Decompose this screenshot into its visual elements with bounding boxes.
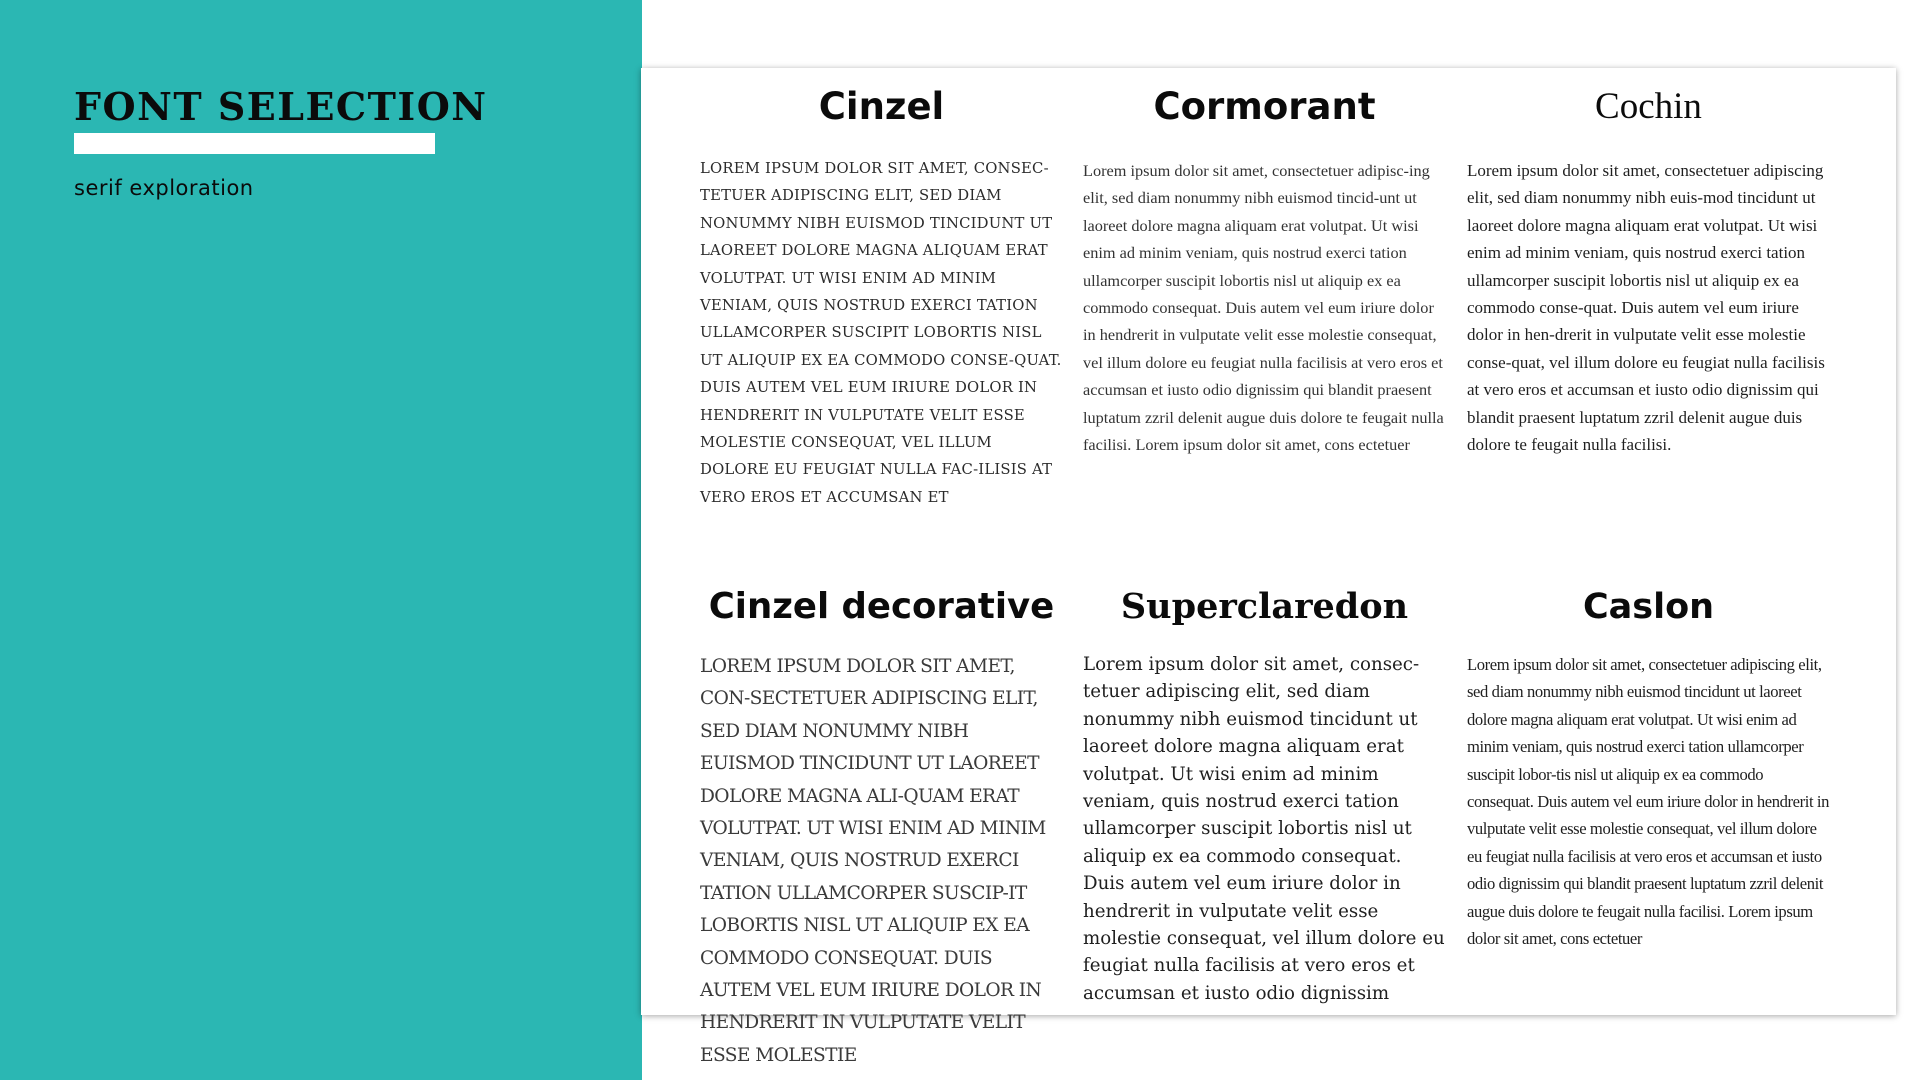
font-sample-text: Lorem ipsum dolor sit amet, consec-tetue… (700, 160, 1062, 506)
font-sample-name: Cinzel (818, 85, 945, 128)
font-sample-cinzel-decorative: Cinzel decorative Lorem ipsum dolor sit … (700, 582, 1063, 1072)
title-underline-bar (74, 133, 435, 154)
font-sample-text: Lorem ipsum dolor sit amet, consectetuer… (1083, 161, 1444, 455)
font-sample-text: Lorem ipsum dolor sit amet, consec-tetue… (1083, 654, 1445, 1004)
font-sample-text: Lorem ipsum dolor sit amet, consectetuer… (1467, 655, 1830, 949)
page-title: FONT SELECTION (74, 84, 488, 129)
font-sample-cormorant: Cormorant Lorem ipsum dolor sit amet, co… (1083, 82, 1446, 458)
page-subtitle: serif exploration (74, 176, 254, 200)
sidebar-panel: FONT SELECTION serif exploration (0, 0, 642, 1080)
font-sample-caslon: Caslon Lorem ipsum dolor sit amet, conse… (1467, 582, 1830, 952)
font-sample-text: Lorem ipsum dolor sit amet, consectetuer… (1467, 161, 1825, 455)
font-sample-name: Cormorant (1153, 85, 1376, 128)
font-samples-card: Cinzel Lorem ipsum dolor sit amet, conse… (641, 68, 1896, 1066)
font-sample-superclaredon: Superclaredon Lorem ipsum dolor sit amet… (1083, 582, 1446, 1007)
font-sample-cochin: Cochin Lorem ipsum dolor sit amet, conse… (1467, 82, 1830, 458)
font-sample-name: Cochin (1595, 86, 1702, 127)
font-sample-text: Lorem ipsum dolor sit amet, con-sectetue… (700, 656, 1046, 1066)
font-sample-name: Cinzel decorative (708, 586, 1055, 627)
font-sample-cinzel: Cinzel Lorem ipsum dolor sit amet, conse… (700, 82, 1063, 511)
font-sample-name: Caslon (1582, 587, 1715, 627)
font-sample-name: Superclaredon (1120, 586, 1409, 627)
